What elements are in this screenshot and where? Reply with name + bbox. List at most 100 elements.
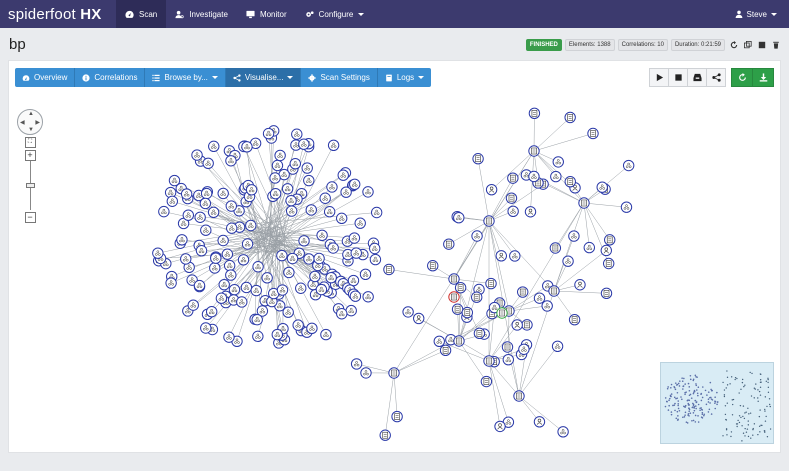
graph-node-icon[interactable]	[433, 335, 445, 348]
zoom-out-button[interactable]: −	[24, 212, 36, 223]
graph-node-document-icon[interactable]	[513, 390, 525, 402]
brand-logo[interactable]: spiderfoot HX	[0, 6, 116, 23]
graph-node-document-icon[interactable]	[587, 127, 599, 140]
graph-node-icon[interactable]	[402, 306, 414, 318]
graph-node-icon[interactable]	[166, 195, 179, 207]
graph-node-icon[interactable]	[550, 170, 562, 183]
graph-node-icon[interactable]	[225, 155, 237, 167]
graph-node-icon[interactable]	[362, 186, 374, 198]
graph-node-icon[interactable]	[583, 241, 595, 254]
graph-node-icon[interactable]	[228, 283, 241, 296]
graph-node-icon[interactable]	[359, 268, 372, 281]
graph-node-icon[interactable]	[541, 300, 553, 312]
graph-node-icon[interactable]	[622, 159, 635, 172]
graph-node-document-icon[interactable]	[604, 234, 616, 246]
graph-node-icon[interactable]	[281, 183, 294, 195]
graph-node-icon[interactable]	[354, 217, 366, 229]
graph-node-icon[interactable]	[620, 201, 633, 213]
graph-node-icon[interactable]	[218, 278, 230, 291]
graph-node-icon[interactable]	[200, 224, 212, 236]
graph-node-icon[interactable]	[369, 242, 381, 255]
graph-node-icon[interactable]	[285, 205, 298, 217]
graph-node-icon[interactable]	[209, 262, 221, 274]
graph-node-icon[interactable]	[221, 248, 234, 260]
graph-node-icon[interactable]	[252, 330, 264, 343]
graph-node-document-icon[interactable]	[496, 307, 508, 319]
graph-node-icon[interactable]	[191, 149, 203, 161]
graph-node-document-icon[interactable]	[564, 111, 576, 124]
zoom-slider-track[interactable]	[29, 188, 31, 210]
pan-control[interactable]: ▲ ▼ ◀ ▶	[17, 109, 43, 135]
graph-node-icon[interactable]	[251, 313, 263, 326]
graph-node-icon[interactable]	[303, 253, 315, 265]
graph-node-icon[interactable]	[217, 187, 229, 200]
graph-node-icon[interactable]	[568, 230, 580, 242]
graph-node-icon[interactable]	[313, 252, 325, 265]
graph-node-icon[interactable]	[237, 254, 250, 266]
clone-icon[interactable]	[742, 40, 753, 51]
graph-node-icon[interactable]	[557, 426, 569, 438]
graph-node-document-icon[interactable]	[470, 291, 483, 303]
graph-node-icon[interactable]	[320, 328, 332, 341]
graph-node-icon[interactable]	[225, 269, 237, 281]
graph-node-icon[interactable]	[298, 138, 310, 150]
graph-node-document-icon[interactable]	[483, 355, 495, 367]
graph-node-document-icon[interactable]	[602, 257, 615, 270]
graph-node-icon[interactable]	[298, 235, 310, 247]
graph-node-icon[interactable]	[223, 331, 235, 343]
stop-icon[interactable]	[756, 40, 767, 51]
graph-node-icon[interactable]	[305, 204, 317, 216]
graph-node-icon[interactable]	[226, 222, 238, 234]
zoom-in-button[interactable]: +	[24, 150, 36, 161]
graph-node-icon[interactable]	[269, 187, 282, 200]
graph-node-document-icon[interactable]	[548, 285, 560, 297]
graph-node-icon[interactable]	[327, 242, 339, 254]
graph-node-icon[interactable]	[165, 277, 177, 289]
graph-node-icon[interactable]	[303, 174, 315, 187]
graph-node-person-icon[interactable]	[600, 244, 612, 257]
graph-node-document-icon[interactable]	[448, 291, 460, 303]
graph-node-icon[interactable]	[291, 128, 303, 140]
nav-monitor[interactable]: Monitor	[237, 0, 296, 28]
graph-node-icon[interactable]	[309, 270, 321, 283]
graph-node-icon[interactable]	[285, 194, 297, 207]
graph-node-icon[interactable]	[208, 140, 220, 153]
graph-node-document-icon[interactable]	[473, 327, 486, 340]
graph-node-icon[interactable]	[552, 156, 564, 168]
graph-node-icon[interactable]	[199, 197, 212, 210]
graph-node-icon[interactable]	[502, 353, 515, 366]
graph-node-icon[interactable]	[274, 149, 286, 162]
graph-node-icon[interactable]	[323, 206, 336, 218]
graph-node-icon[interactable]	[195, 244, 208, 257]
graph-node-icon[interactable]	[325, 272, 337, 284]
graph-node-document-icon[interactable]	[517, 286, 529, 298]
zoom-slider-track[interactable]	[29, 161, 31, 183]
graph-node-document-icon[interactable]	[483, 215, 495, 227]
graph-node-document-icon[interactable]	[507, 172, 519, 184]
graph-node-person-icon[interactable]	[511, 319, 523, 331]
graph-node-icon[interactable]	[316, 229, 328, 242]
nav-configure[interactable]: Configure	[296, 0, 374, 28]
graph-node-document-icon[interactable]	[391, 410, 403, 423]
graph-node-icon[interactable]	[350, 247, 362, 259]
graph-node-icon[interactable]	[509, 250, 521, 262]
graph-node-icon[interactable]	[349, 290, 362, 302]
graph-node-document-icon[interactable]	[454, 282, 467, 294]
graph-node-document-icon[interactable]	[448, 273, 460, 285]
graph-node-icon[interactable]	[210, 252, 222, 264]
graph-node-icon[interactable]	[551, 340, 564, 352]
graph-minimap[interactable]	[660, 362, 774, 444]
graph-node-document-icon[interactable]	[453, 335, 465, 347]
graph-node-icon[interactable]	[327, 139, 340, 152]
graph-node-person-icon[interactable]	[485, 183, 498, 196]
graph-node-icon[interactable]	[295, 282, 307, 294]
graph-node-icon[interactable]	[200, 322, 212, 334]
graph-node-icon[interactable]	[245, 219, 257, 232]
graph-node-icon[interactable]	[180, 253, 192, 265]
graph-node-document-icon[interactable]	[472, 153, 484, 165]
graph-node-document-icon[interactable]	[379, 429, 391, 441]
graph-node-icon[interactable]	[241, 141, 253, 153]
graph-node-person-icon[interactable]	[574, 279, 586, 291]
graph-node-icon[interactable]	[596, 181, 608, 193]
graph-node-icon[interactable]	[205, 306, 218, 318]
